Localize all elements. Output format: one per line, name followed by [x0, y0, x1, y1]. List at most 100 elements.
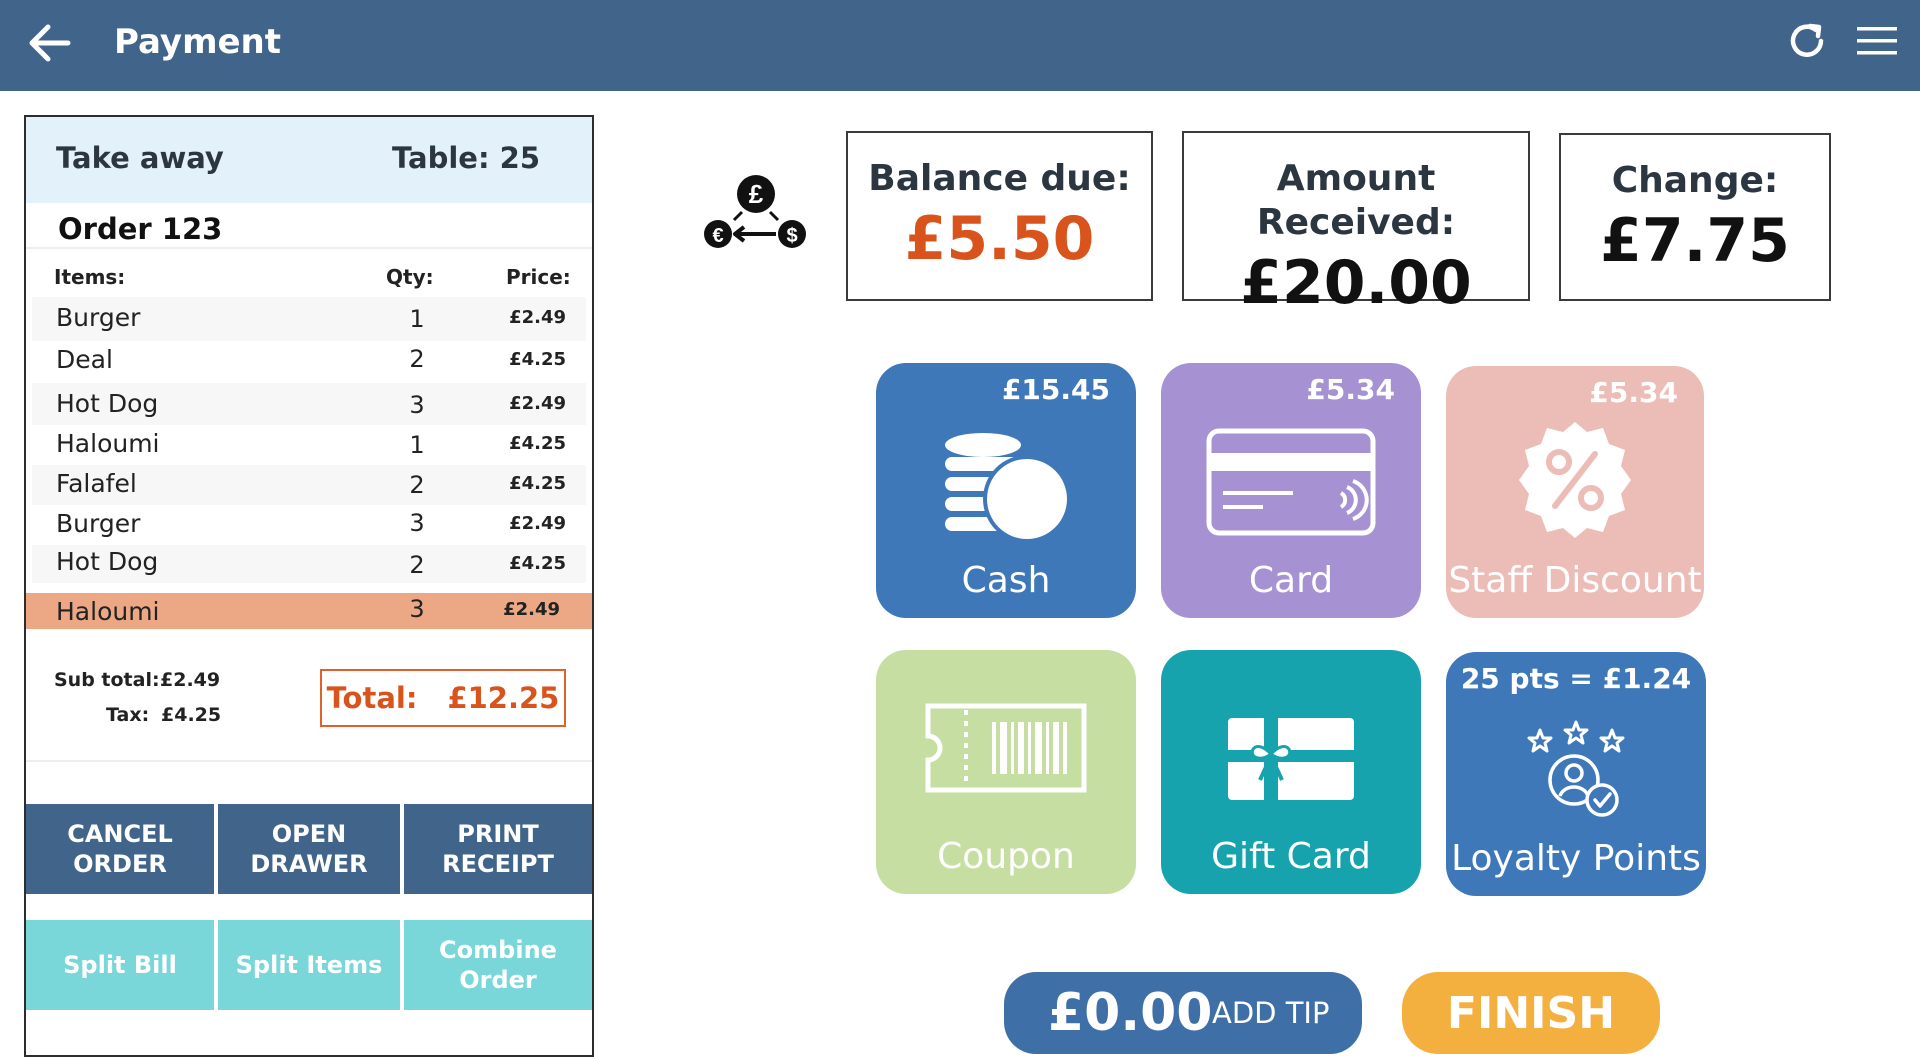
order-item-row[interactable]: Haloumi 1 £4.25 [32, 425, 586, 465]
tax-value: £4.25 [161, 704, 222, 726]
coins-icon [876, 431, 1136, 547]
item-price: £2.49 [509, 307, 566, 328]
cash-label: Cash [961, 560, 1051, 601]
item-price: £2.49 [509, 513, 566, 534]
item-name: Hot Dog [56, 547, 159, 576]
finish-button[interactable]: FINISH [1402, 972, 1660, 1054]
item-qty: 2 [409, 471, 425, 499]
hamburger-menu-icon [1857, 27, 1897, 55]
tip-amount: £0.00 [1048, 983, 1213, 1043]
card-payment-button[interactable]: £5.34 Card [1161, 363, 1421, 618]
balance-due-label: Balance due: [868, 158, 1131, 199]
staff-discount-amount: £5.34 [1589, 376, 1678, 409]
subtotal-label: Sub total: [54, 669, 160, 691]
change-label: Change: [1611, 160, 1779, 201]
page-title: Payment [114, 22, 282, 62]
credit-card-contactless-icon [1161, 427, 1421, 537]
items-column-header: Items: [54, 265, 126, 289]
divider [26, 247, 592, 249]
order-header: Take away Table: 25 [26, 117, 592, 203]
item-name: Haloumi [56, 429, 160, 458]
loyalty-points-button[interactable]: 25 pts = £1.24 Loyalty Points [1446, 652, 1706, 896]
top-bar: Payment [0, 0, 1920, 91]
item-price: £4.25 [509, 433, 566, 454]
qty-column-header: Qty: [386, 265, 434, 289]
svg-text:£: £ [749, 179, 764, 209]
order-number: Order 123 [58, 212, 223, 246]
back-button[interactable] [20, 14, 78, 72]
change-value: £7.75 [1600, 206, 1790, 276]
svg-text:$: $ [786, 225, 797, 247]
balance-due-box: Balance due: £5.50 [846, 131, 1153, 301]
table-number: Table: 25 [391, 141, 540, 175]
cash-amount: £15.45 [1001, 373, 1110, 406]
item-name: Deal [56, 345, 113, 374]
svg-text:€: € [712, 225, 723, 247]
loyalty-points-label: Loyalty Points [1451, 838, 1701, 879]
item-price: £4.25 [509, 473, 566, 494]
order-item-row[interactable]: Burger 3 £2.49 [32, 505, 586, 545]
gift-card-icon [1161, 714, 1421, 804]
total-value: £12.25 [447, 681, 560, 715]
tax-label: Tax: [106, 704, 150, 726]
coupon-payment-button[interactable]: Coupon [876, 650, 1136, 894]
item-price: £4.25 [509, 349, 566, 370]
gift-card-payment-button[interactable]: Gift Card [1161, 650, 1421, 894]
order-item-row[interactable]: Falafel 2 £4.25 [32, 465, 586, 505]
combine-order-button[interactable]: Combine Order [404, 920, 592, 1010]
split-bill-button[interactable]: Split Bill [26, 920, 214, 1010]
currency-exchange-icon: £ € $ [704, 172, 808, 256]
item-name: Hot Dog [56, 389, 159, 418]
add-tip-button[interactable]: £0.00 ADD TIP [1004, 972, 1362, 1054]
item-qty: 2 [409, 345, 425, 373]
order-item-row[interactable]: Hot Dog 3 £2.49 [32, 383, 586, 425]
menu-button[interactable] [1852, 16, 1902, 66]
item-price: £2.49 [509, 393, 566, 414]
refresh-icon [1790, 23, 1824, 57]
total-box: Total: £12.25 [320, 669, 566, 727]
order-item-row[interactable]: Burger 1 £2.49 [32, 297, 586, 341]
item-name: Haloumi [56, 597, 160, 626]
refresh-button[interactable] [1782, 16, 1832, 66]
order-item-row[interactable]: Deal 2 £4.25 [32, 341, 586, 383]
open-drawer-button[interactable]: OPEN DRAWER [218, 804, 400, 894]
order-items-list: Burger 1 £2.49 Deal 2 £4.25 Hot Dog 3 £2… [32, 297, 586, 583]
price-column-header: Price: [506, 265, 571, 289]
gift-card-label: Gift Card [1211, 836, 1371, 877]
loyalty-points-amount: 25 pts = £1.24 [1460, 662, 1692, 695]
coupon-label: Coupon [937, 836, 1075, 877]
item-qty: 3 [409, 391, 425, 419]
order-type: Take away [56, 141, 224, 175]
discount-badge-icon [1446, 418, 1704, 542]
staff-discount-button[interactable]: £5.34 Staff Discount [1446, 366, 1704, 618]
arrow-left-icon [29, 24, 71, 62]
item-name: Burger [56, 303, 141, 332]
item-qty: 1 [409, 431, 425, 459]
change-box: Change: £7.75 [1559, 133, 1831, 301]
loyalty-user-stars-icon [1446, 718, 1706, 818]
amount-received-box: Amount Received: £20.00 [1182, 131, 1530, 318]
amount-received-value: £20.00 [1240, 248, 1472, 318]
cancel-order-button[interactable]: CANCEL ORDER [26, 804, 214, 894]
item-qty: 3 [409, 509, 425, 537]
card-amount: £5.34 [1306, 373, 1395, 406]
order-item-row-selected[interactable]: Haloumi 3 £2.49 [26, 593, 592, 629]
split-items-button[interactable]: Split Items [218, 920, 400, 1010]
card-label: Card [1248, 560, 1334, 601]
print-receipt-button[interactable]: PRINT RECEIPT [404, 804, 592, 894]
total-label: Total: [326, 681, 418, 715]
barcode-ticket-icon [876, 702, 1136, 794]
staff-discount-label: Staff Discount [1448, 560, 1702, 601]
item-qty: 1 [409, 305, 425, 333]
balance-due-value: £5.50 [904, 204, 1095, 274]
item-price: £2.49 [503, 599, 560, 620]
add-tip-label: ADD TIP [1212, 996, 1330, 1030]
cash-payment-button[interactable]: £15.45 Cash [876, 363, 1136, 618]
item-name: Burger [56, 509, 141, 538]
order-panel: Take away Table: 25 Order 123 Items: Qty… [24, 115, 594, 1057]
divider [26, 760, 592, 762]
order-item-row[interactable]: Hot Dog 2 £4.25 [32, 545, 586, 583]
item-qty: 3 [409, 595, 425, 623]
item-qty: 2 [409, 551, 425, 579]
amount-received-label: Amount Received: [1256, 158, 1456, 243]
